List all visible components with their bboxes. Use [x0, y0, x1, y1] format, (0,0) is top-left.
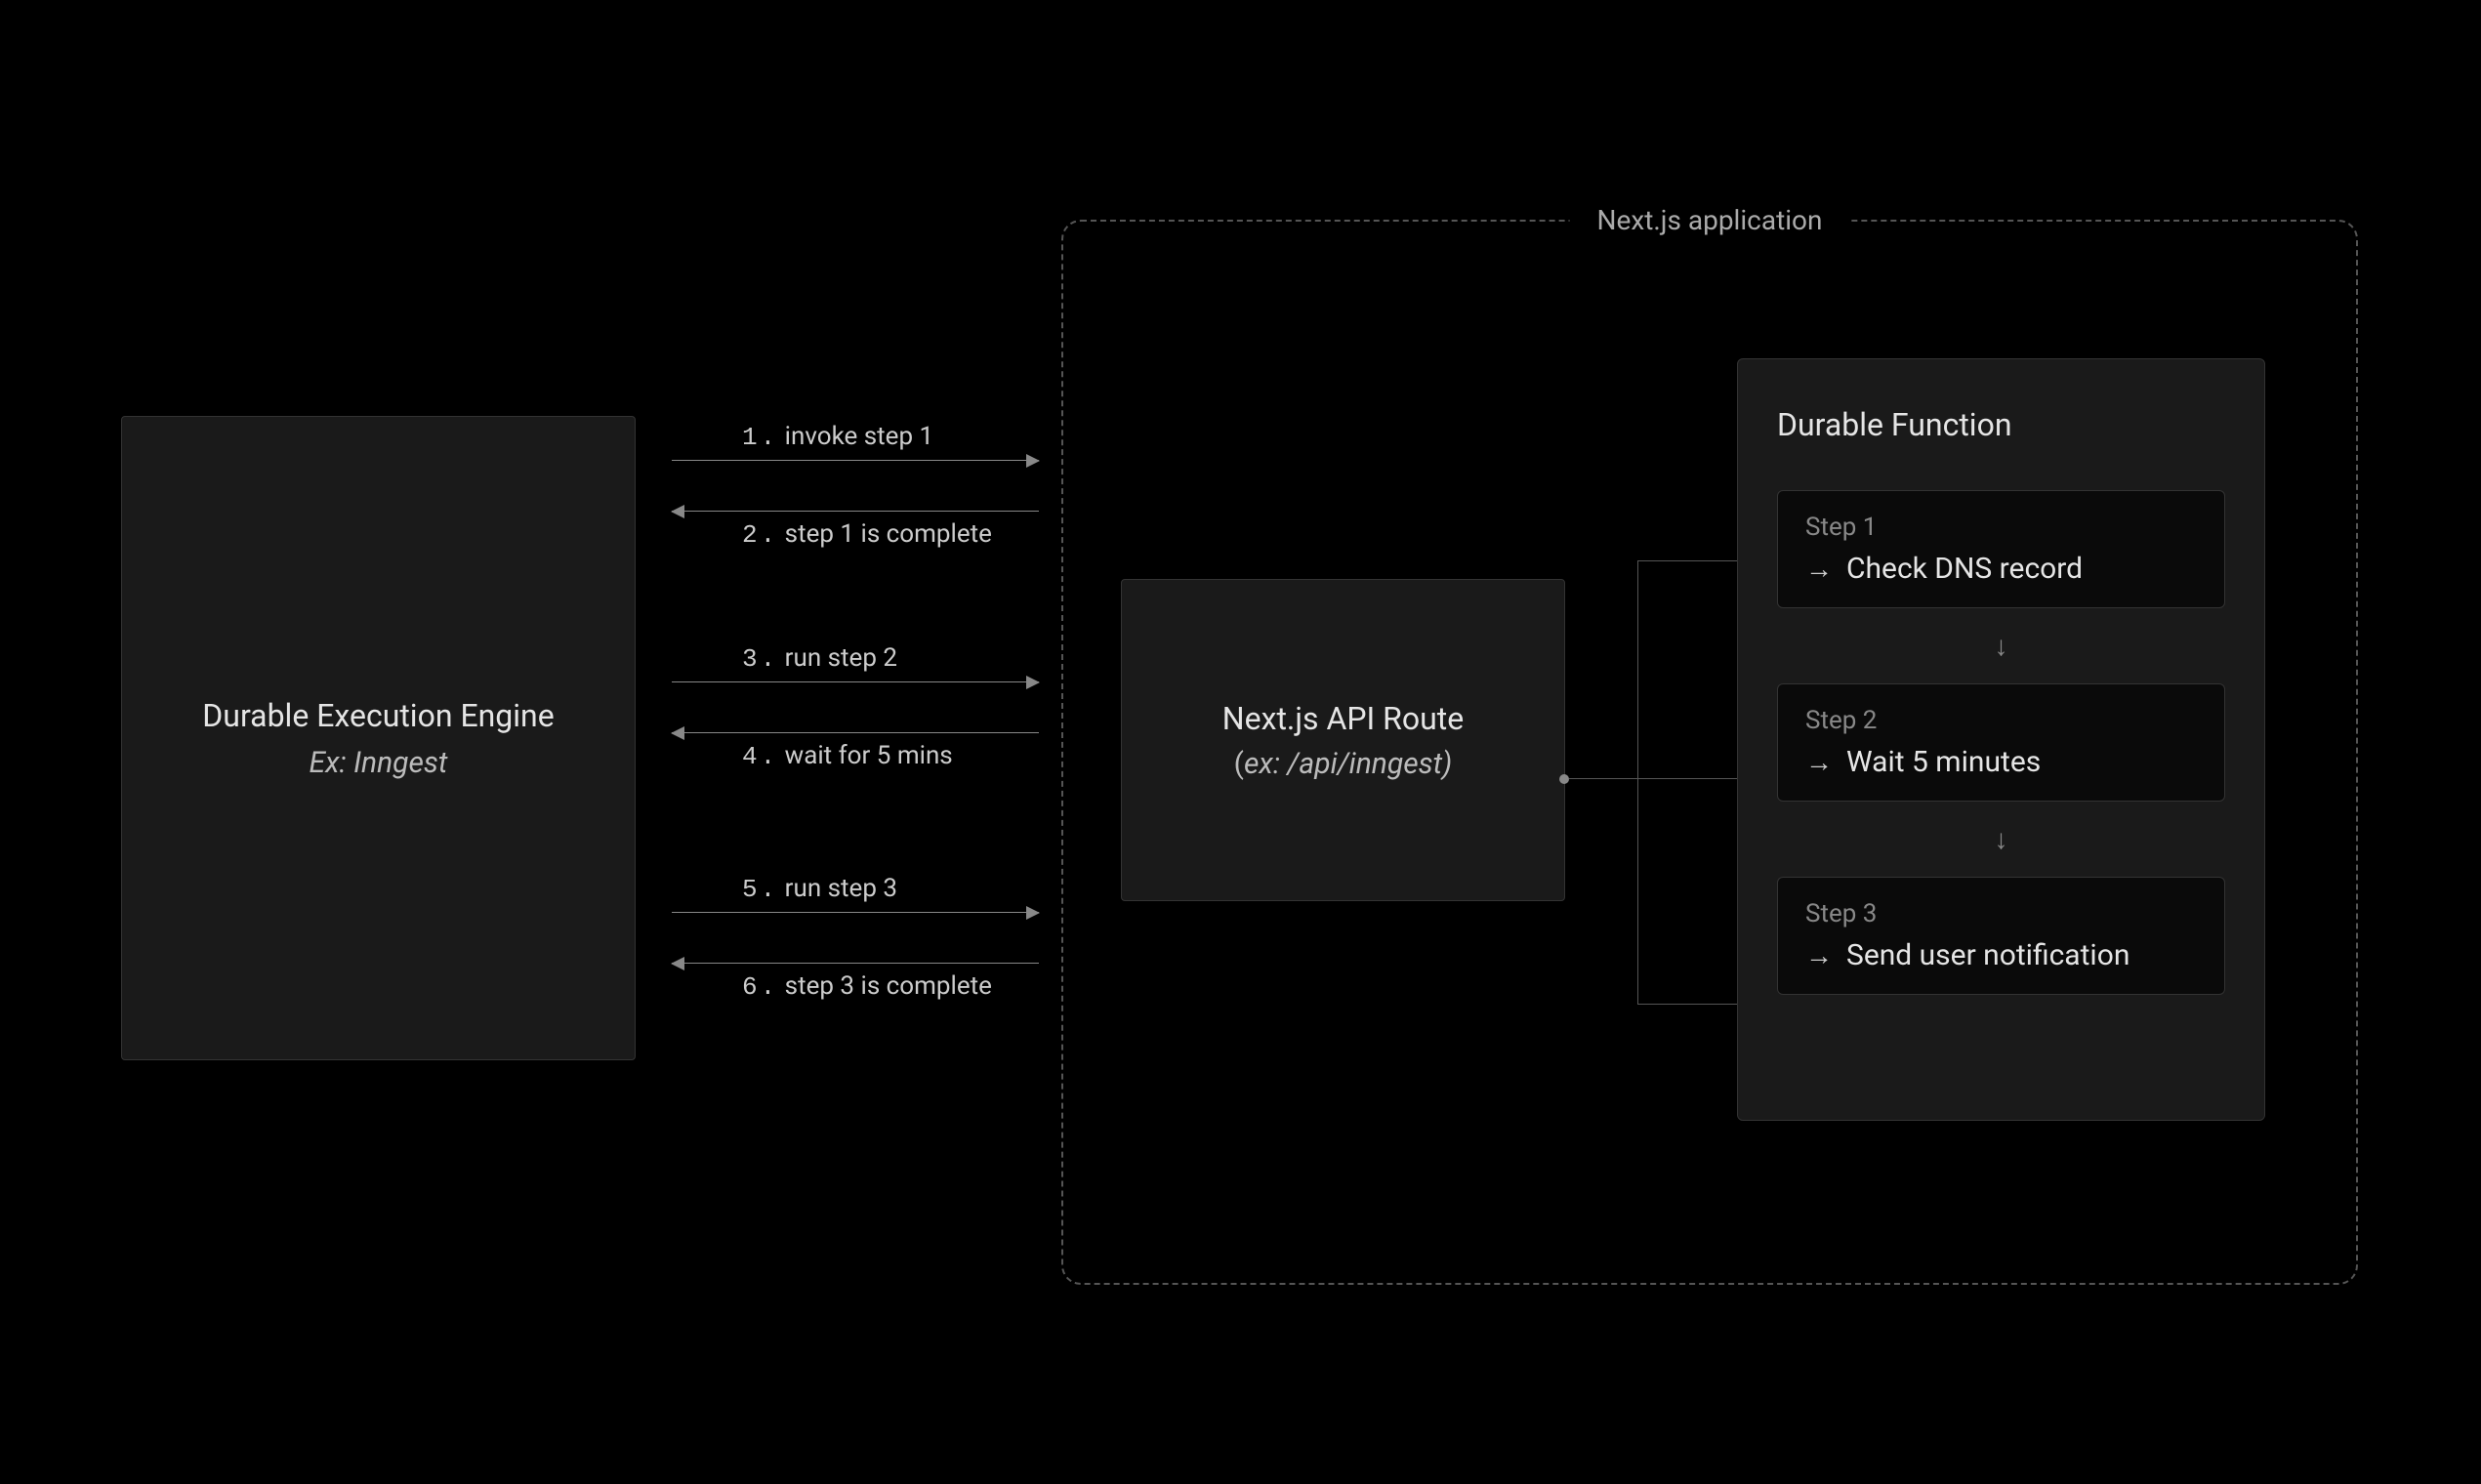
step-label: Step 1 — [1805, 513, 2197, 542]
arrow-invoke-step-1: 1. invoke step 1 — [672, 422, 1039, 461]
engine-subtitle: Ex: Inngest — [310, 746, 448, 780]
connector-line — [1637, 560, 1737, 561]
arrow-label-3: 3. run step 2 — [742, 643, 1039, 674]
api-route-title: Next.js API Route — [1222, 700, 1464, 737]
arrow-left-icon — [672, 511, 1039, 512]
arrow-down-icon: ↓ — [1777, 608, 2225, 683]
durable-function-title: Durable Function — [1777, 406, 2225, 443]
connector-line — [1637, 560, 1638, 1004]
step-label: Step 3 — [1805, 899, 2197, 928]
arrow-right-icon — [672, 681, 1039, 682]
step-box-2: Step 2 → Wait 5 minutes — [1777, 683, 2225, 802]
arrow-left-icon — [672, 732, 1039, 733]
arrow-run-step-2: 3. run step 2 — [672, 643, 1039, 682]
arrow-wait-5-mins: 4. wait for 5 mins — [672, 732, 1039, 771]
engine-title: Durable Execution Engine — [202, 697, 554, 734]
connector-line — [1637, 778, 1737, 779]
api-route-subtitle: (ex: /api/inngest) — [1234, 747, 1453, 781]
api-route-box: Next.js API Route (ex: /api/inngest) — [1121, 579, 1565, 901]
arrow-right-icon: → — [1805, 746, 1833, 778]
step-action: → Send user notification — [1805, 938, 2197, 972]
arrow-right-icon — [672, 912, 1039, 913]
arrow-label-4: 4. wait for 5 mins — [742, 741, 1039, 771]
app-label: Next.js application — [1570, 204, 1850, 236]
engine-box: Durable Execution Engine Ex: Inngest — [121, 416, 636, 1060]
durable-function-panel: Durable Function Step 1 → Check DNS reco… — [1737, 358, 2265, 1121]
step-label: Step 2 — [1805, 706, 2197, 735]
connector-line — [1637, 1004, 1737, 1005]
connector-dot — [1559, 774, 1569, 784]
arrow-right-icon: → — [1805, 553, 1833, 585]
arrow-label-6: 6. step 3 is complete — [742, 971, 1039, 1002]
arrow-run-step-3: 5. run step 3 — [672, 874, 1039, 913]
arrow-step-1-complete: 2. step 1 is complete — [672, 511, 1039, 550]
arrow-label-1: 1. invoke step 1 — [742, 422, 1039, 452]
step-box-1: Step 1 → Check DNS record — [1777, 490, 2225, 608]
arrow-left-icon — [672, 963, 1039, 964]
step-action: → Check DNS record — [1805, 552, 2197, 586]
arrow-right-icon: → — [1805, 939, 1833, 971]
arrow-right-icon — [672, 460, 1039, 461]
arrow-label-5: 5. run step 3 — [742, 874, 1039, 904]
step-box-3: Step 3 → Send user notification — [1777, 877, 2225, 995]
connector-line — [1569, 778, 1637, 779]
step-action: → Wait 5 minutes — [1805, 745, 2197, 779]
arrow-label-2: 2. step 1 is complete — [742, 519, 1039, 550]
arrow-down-icon: ↓ — [1777, 802, 2225, 877]
arrow-step-3-complete: 6. step 3 is complete — [672, 963, 1039, 1002]
